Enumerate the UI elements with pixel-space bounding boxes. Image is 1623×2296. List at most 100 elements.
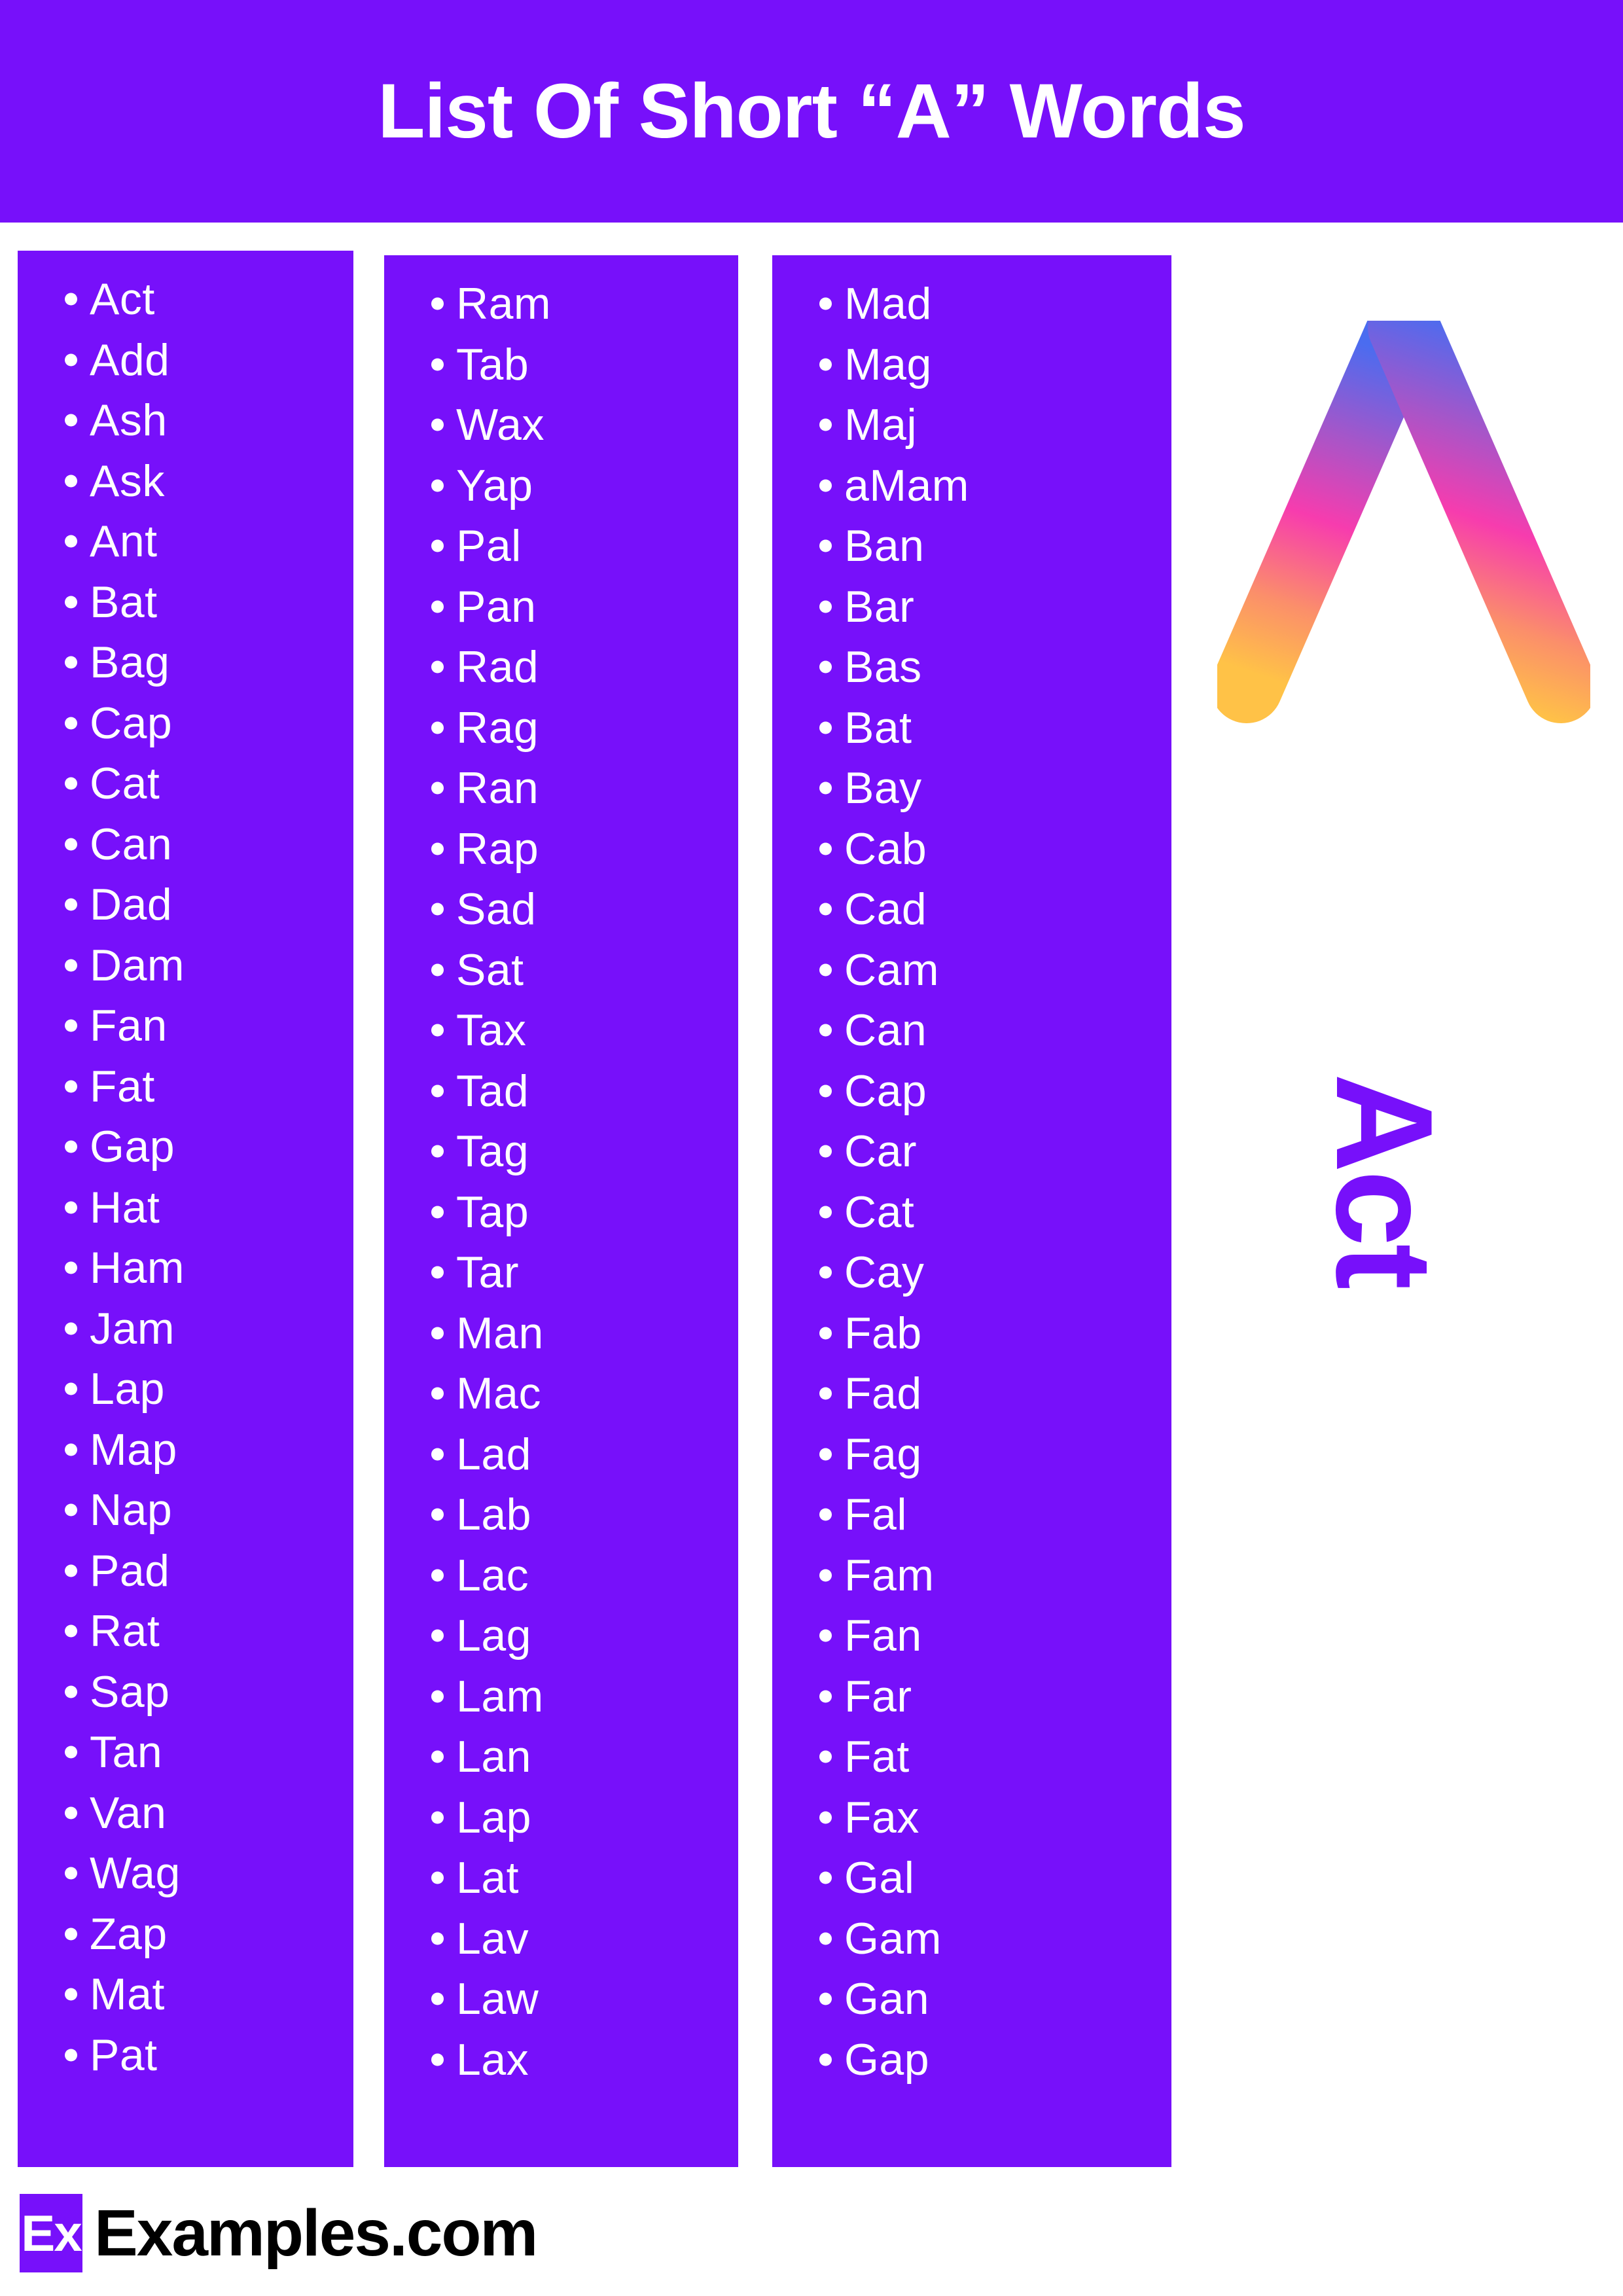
list-item: Sat — [384, 940, 738, 1001]
word-label: Ash — [90, 395, 168, 446]
bullet-icon — [65, 717, 77, 730]
list-item: Cab — [772, 819, 1171, 880]
bullet-icon — [819, 1569, 832, 1582]
bullet-icon — [431, 479, 444, 492]
ex-badge-label: Ex — [21, 2204, 82, 2262]
list-item: Ran — [384, 758, 738, 819]
word-label: Fam — [844, 1550, 935, 1600]
bullet-icon — [65, 777, 77, 790]
bullet-icon — [431, 842, 444, 855]
word-label: Act — [90, 274, 155, 325]
list-item: Tax — [384, 1000, 738, 1061]
word-label: Lap — [90, 1364, 165, 1414]
bullet-icon — [65, 1685, 77, 1698]
bullet-icon — [65, 1988, 77, 2001]
bullet-icon — [819, 1992, 832, 2005]
bullet-icon — [65, 959, 77, 972]
bullet-icon — [431, 1145, 444, 1158]
list-item: Pal — [384, 516, 738, 577]
list-item: Sap — [18, 1662, 353, 1723]
bullet-icon — [65, 1624, 77, 1638]
list-item: Fam — [772, 1545, 1171, 1606]
word-label: Rad — [456, 642, 539, 692]
word-label: Ran — [456, 763, 539, 814]
list-item: Lag — [384, 1605, 738, 1666]
list-item: Cap — [18, 693, 353, 754]
word-label: Dam — [90, 940, 185, 990]
list-item: Law — [384, 1969, 738, 2030]
list-item: Lax — [384, 2030, 738, 2090]
word-label: Fax — [844, 1792, 919, 1842]
word-label: Tan — [90, 1727, 163, 1778]
word-label: Cad — [844, 884, 927, 935]
word-label: Lav — [456, 1913, 529, 1964]
word-label: Mag — [844, 339, 932, 389]
word-label: Cat — [90, 759, 160, 809]
list-item: Ash — [18, 390, 353, 451]
bullet-icon — [819, 479, 832, 492]
bullet-icon — [65, 1019, 77, 1032]
word-list-2: Ram Tab Wax Yap Pal Pan Rad Rag Ran Rap Sad Sat Tax T… — [384, 274, 738, 2090]
word-label: Cab — [844, 823, 927, 874]
word-label: Van — [90, 1787, 167, 1838]
word-label: Gam — [844, 1913, 942, 1964]
bullet-icon — [431, 903, 444, 916]
word-label: Tap — [456, 1187, 529, 1237]
list-item: Lap — [384, 1787, 738, 1848]
word-label: Tag — [456, 1126, 529, 1177]
bullet-icon — [65, 838, 77, 851]
bullet-icon — [819, 1629, 832, 1642]
bullet-icon — [819, 842, 832, 855]
bullet-icon — [819, 1932, 832, 1945]
word-label: Lap — [456, 1792, 531, 1842]
word-label: Jam — [90, 1303, 175, 1354]
bullet-icon — [65, 596, 77, 609]
list-item: Wax — [384, 395, 738, 456]
list-item: Tad — [384, 1061, 738, 1122]
word-label: Ant — [90, 516, 158, 567]
word-label: Lam — [456, 1671, 544, 1721]
list-item: Cad — [772, 879, 1171, 940]
word-label: Lat — [456, 1853, 520, 1903]
word-label: Wag — [90, 1848, 181, 1899]
word-label: Rag — [456, 702, 539, 753]
bullet-icon — [819, 539, 832, 552]
decorative-graphic-area: Act — [1178, 262, 1610, 1505]
list-item: Lab — [384, 1484, 738, 1545]
word-label: Wax — [456, 400, 544, 450]
list-item: Fad — [772, 1363, 1171, 1424]
list-item: Zap — [18, 1904, 353, 1965]
word-label: Fat — [90, 1061, 155, 1111]
bullet-icon — [431, 539, 444, 552]
bullet-icon — [65, 2049, 77, 2062]
list-item: Cat — [772, 1182, 1171, 1243]
word-label: Bay — [844, 763, 922, 814]
word-label: Car — [844, 1126, 918, 1177]
word-label: Yap — [456, 460, 533, 511]
list-item: Bat — [18, 572, 353, 633]
page-title: List Of Short “A” Words — [378, 68, 1245, 154]
list-item: Bat — [772, 698, 1171, 759]
bullet-icon — [65, 353, 77, 367]
bullet-icon — [431, 1932, 444, 1945]
list-item: Jam — [18, 1299, 353, 1359]
list-item: Map — [18, 1420, 353, 1480]
word-label: Ban — [844, 521, 925, 571]
bullet-icon — [65, 1806, 77, 1820]
word-label: Bar — [844, 581, 915, 632]
list-item: Bag — [18, 632, 353, 693]
bullet-icon — [819, 297, 832, 310]
list-item: Ask — [18, 451, 353, 512]
word-label: Dad — [90, 880, 173, 930]
word-label: Cap — [844, 1066, 927, 1116]
list-item: Mat — [18, 1964, 353, 2025]
list-item: Sad — [384, 879, 738, 940]
word-label: Fan — [844, 1611, 922, 1661]
word-label: Mad — [844, 279, 932, 329]
list-item: Gap — [772, 2030, 1171, 2090]
word-label: Can — [90, 819, 173, 869]
bullet-icon — [65, 293, 77, 306]
bullet-icon — [431, 1569, 444, 1582]
list-item: Fat — [772, 1727, 1171, 1787]
word-label: Gan — [844, 1974, 930, 2024]
